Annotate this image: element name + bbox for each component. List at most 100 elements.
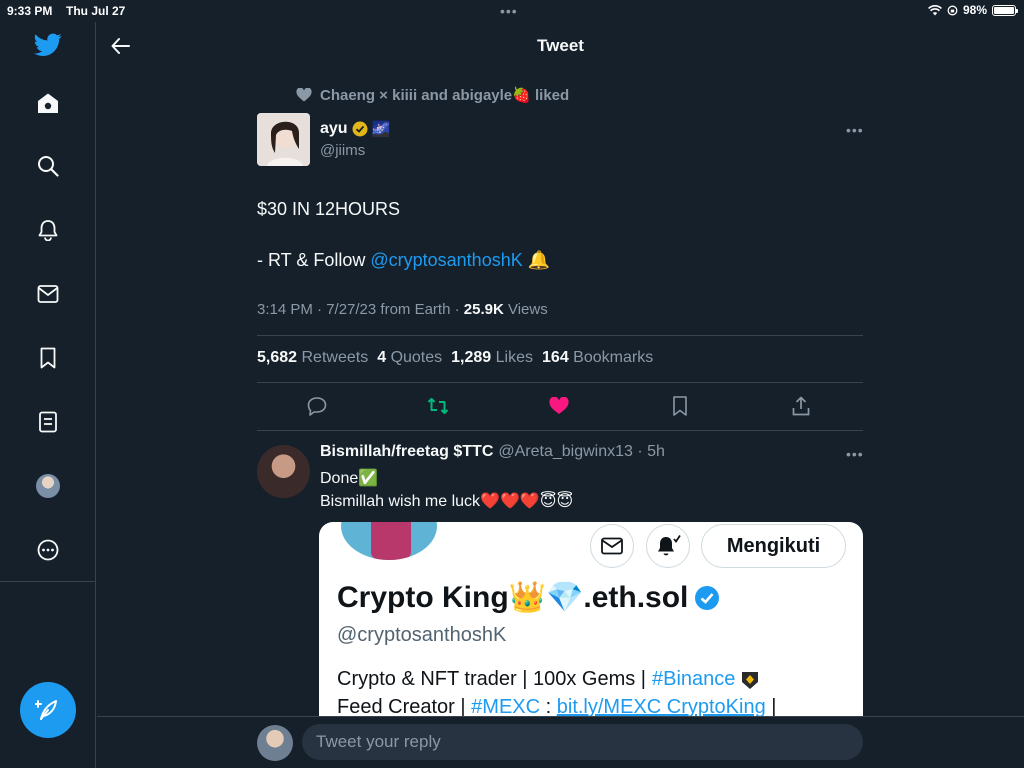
author-photo	[257, 113, 310, 166]
mention-link[interactable]: @cryptosanthoshK	[370, 250, 522, 270]
wifi-icon	[928, 4, 942, 15]
card-bio2-separator: :	[545, 696, 552, 716]
bell-icon[interactable]	[36, 218, 60, 242]
retweet-icon	[427, 398, 449, 414]
twitter-logo-icon[interactable]	[34, 33, 62, 57]
retweet-button[interactable]	[426, 394, 450, 418]
reply-text-line1: Done✅	[320, 470, 379, 487]
bell-check-icon	[658, 535, 681, 556]
tweet-timestamp[interactable]: 3:14 PM · 7/27/23 from Earth ·	[257, 301, 464, 318]
reply-text-line2: Bismillah wish me luck❤️❤️❤️😇😇	[320, 493, 574, 510]
quotes-count: 4	[377, 349, 387, 366]
reply-button[interactable]	[305, 394, 329, 418]
bookmark-icon[interactable]	[36, 346, 60, 370]
card-bio-line1: Crypto & NFT trader | 100x Gems | #Binan…	[337, 668, 759, 691]
card-bio2-text: Feed Creator |	[337, 696, 466, 716]
likes-stat[interactable]: 1,289 Likes	[451, 349, 533, 367]
divider	[257, 430, 863, 431]
status-indicators: 98%	[928, 3, 1018, 17]
views-label: Views	[507, 301, 548, 318]
author-handle[interactable]: @jiims	[320, 142, 365, 159]
share-icon	[792, 396, 810, 416]
card-bio2-link: bit.ly/MEXC CryptoKing	[556, 696, 766, 716]
sidebar-divider	[0, 581, 96, 582]
card-following-button: Mengikuti	[701, 524, 846, 568]
status-bar: 9:33 PM Thu Jul 27 ••• 98%	[0, 0, 1024, 22]
card-profile-name-text: Crypto King👑💎.eth.sol	[337, 581, 689, 614]
bookmarks-count: 164	[542, 349, 569, 366]
author-name-text: ayu	[320, 120, 348, 137]
retweets-label: Retweets	[301, 349, 369, 366]
more-icon[interactable]	[36, 538, 60, 562]
reply-input[interactable]: Tweet your reply	[302, 724, 863, 760]
bookmark-button[interactable]	[668, 394, 692, 418]
tweet-meta: 3:14 PM · 7/27/23 from Earth · 25.9K Vie…	[257, 301, 548, 318]
page-title: Tweet	[537, 36, 584, 55]
status-date: Thu Jul 27	[66, 4, 126, 18]
card-notify-button	[646, 524, 690, 568]
search-icon[interactable]	[36, 154, 60, 178]
social-context[interactable]: Chaeng × kiiii and abigayle🍓 liked	[296, 86, 569, 104]
verified-gold-badge-icon	[352, 121, 368, 137]
bookmarks-label: Bookmarks	[573, 349, 654, 366]
heart-filled-icon	[549, 397, 569, 414]
author-avatar[interactable]	[257, 113, 310, 166]
card-bio1-hashtag: #Binance	[652, 668, 736, 690]
reply-author-name[interactable]: Bismillah/freetag $TTC	[320, 443, 493, 461]
verified-badge-icon	[695, 585, 720, 610]
battery-icon	[992, 4, 1018, 16]
reply-icon	[307, 397, 327, 416]
card-bio-line2: Feed Creator | #MEXC : bit.ly/MEXC Crypt…	[337, 696, 776, 716]
heart-icon	[296, 88, 312, 102]
tweet-text-suffix: 🔔	[522, 250, 551, 270]
tweet-stats: 5,682 Retweets 4 Quotes 1,289 Likes 164 …	[257, 349, 653, 367]
avatar	[36, 474, 60, 498]
retweets-stat[interactable]: 5,682 Retweets	[257, 349, 368, 367]
binance-logo-icon	[742, 671, 759, 689]
home-icon[interactable]	[36, 91, 60, 115]
mail-icon	[601, 537, 623, 555]
card-bio2-end: |	[771, 696, 777, 716]
reply-media-image[interactable]: Mengikuti Crypto King👑💎.eth.sol @cryptos…	[319, 522, 863, 716]
views-count: 25.9K	[463, 301, 504, 318]
compose-feather-icon	[35, 700, 57, 720]
reply-more-icon[interactable]: •••	[846, 446, 864, 462]
orientation-lock-icon	[947, 5, 958, 15]
author-name[interactable]: ayu 🌌	[320, 120, 390, 138]
divider	[257, 335, 863, 336]
author-emoji: 🌌	[371, 121, 391, 138]
share-button[interactable]	[789, 394, 813, 418]
like-button[interactable]	[547, 394, 571, 418]
card-profile-name: Crypto King👑💎.eth.sol	[337, 580, 720, 615]
bookmark-icon	[673, 396, 687, 416]
social-context-text: Chaeng × kiiii and abigayle🍓 liked	[320, 87, 570, 104]
likes-count: 1,289	[451, 349, 492, 366]
likes-label: Likes	[495, 349, 534, 366]
card-profile-handle: @cryptosanthoshK	[337, 624, 507, 646]
tweet-more-icon[interactable]: •••	[846, 122, 864, 138]
multitasking-dots-icon[interactable]: •••	[500, 3, 518, 19]
tweet-text-prefix: - RT & Follow	[257, 250, 371, 270]
tweet-text-line2: - RT & Follow @cryptosanthoshK 🔔	[257, 250, 550, 271]
tweet-actions	[257, 394, 863, 418]
profile-avatar[interactable]	[36, 474, 60, 498]
avatar	[257, 725, 293, 761]
quotes-stat[interactable]: 4 Quotes	[377, 349, 442, 367]
tweet-text-line1: $30 IN 12HOURS	[257, 199, 401, 219]
card-message-button	[590, 524, 634, 568]
reply-author-avatar[interactable]	[257, 445, 310, 498]
reply-header: Bismillah/freetag $TTC @Areta_bigwinx13 …	[320, 443, 665, 461]
reply-composer: Tweet your reply	[97, 716, 1024, 768]
mail-icon[interactable]	[36, 282, 60, 306]
lists-icon[interactable]	[36, 410, 60, 434]
header: Tweet	[97, 22, 1024, 68]
battery-fill	[994, 6, 1014, 14]
card-bio2-hashtag: #MEXC	[471, 696, 541, 716]
retweets-count: 5,682	[257, 349, 298, 366]
card-bio1-text: Crypto & NFT trader | 100x Gems |	[337, 668, 647, 690]
compose-button[interactable]	[20, 682, 76, 738]
card-profile-picture	[341, 522, 437, 560]
bookmarks-stat[interactable]: 164 Bookmarks	[542, 349, 653, 367]
divider	[257, 382, 863, 383]
reply-author-handle[interactable]: @Areta_bigwinx13 · 5h	[498, 443, 665, 461]
